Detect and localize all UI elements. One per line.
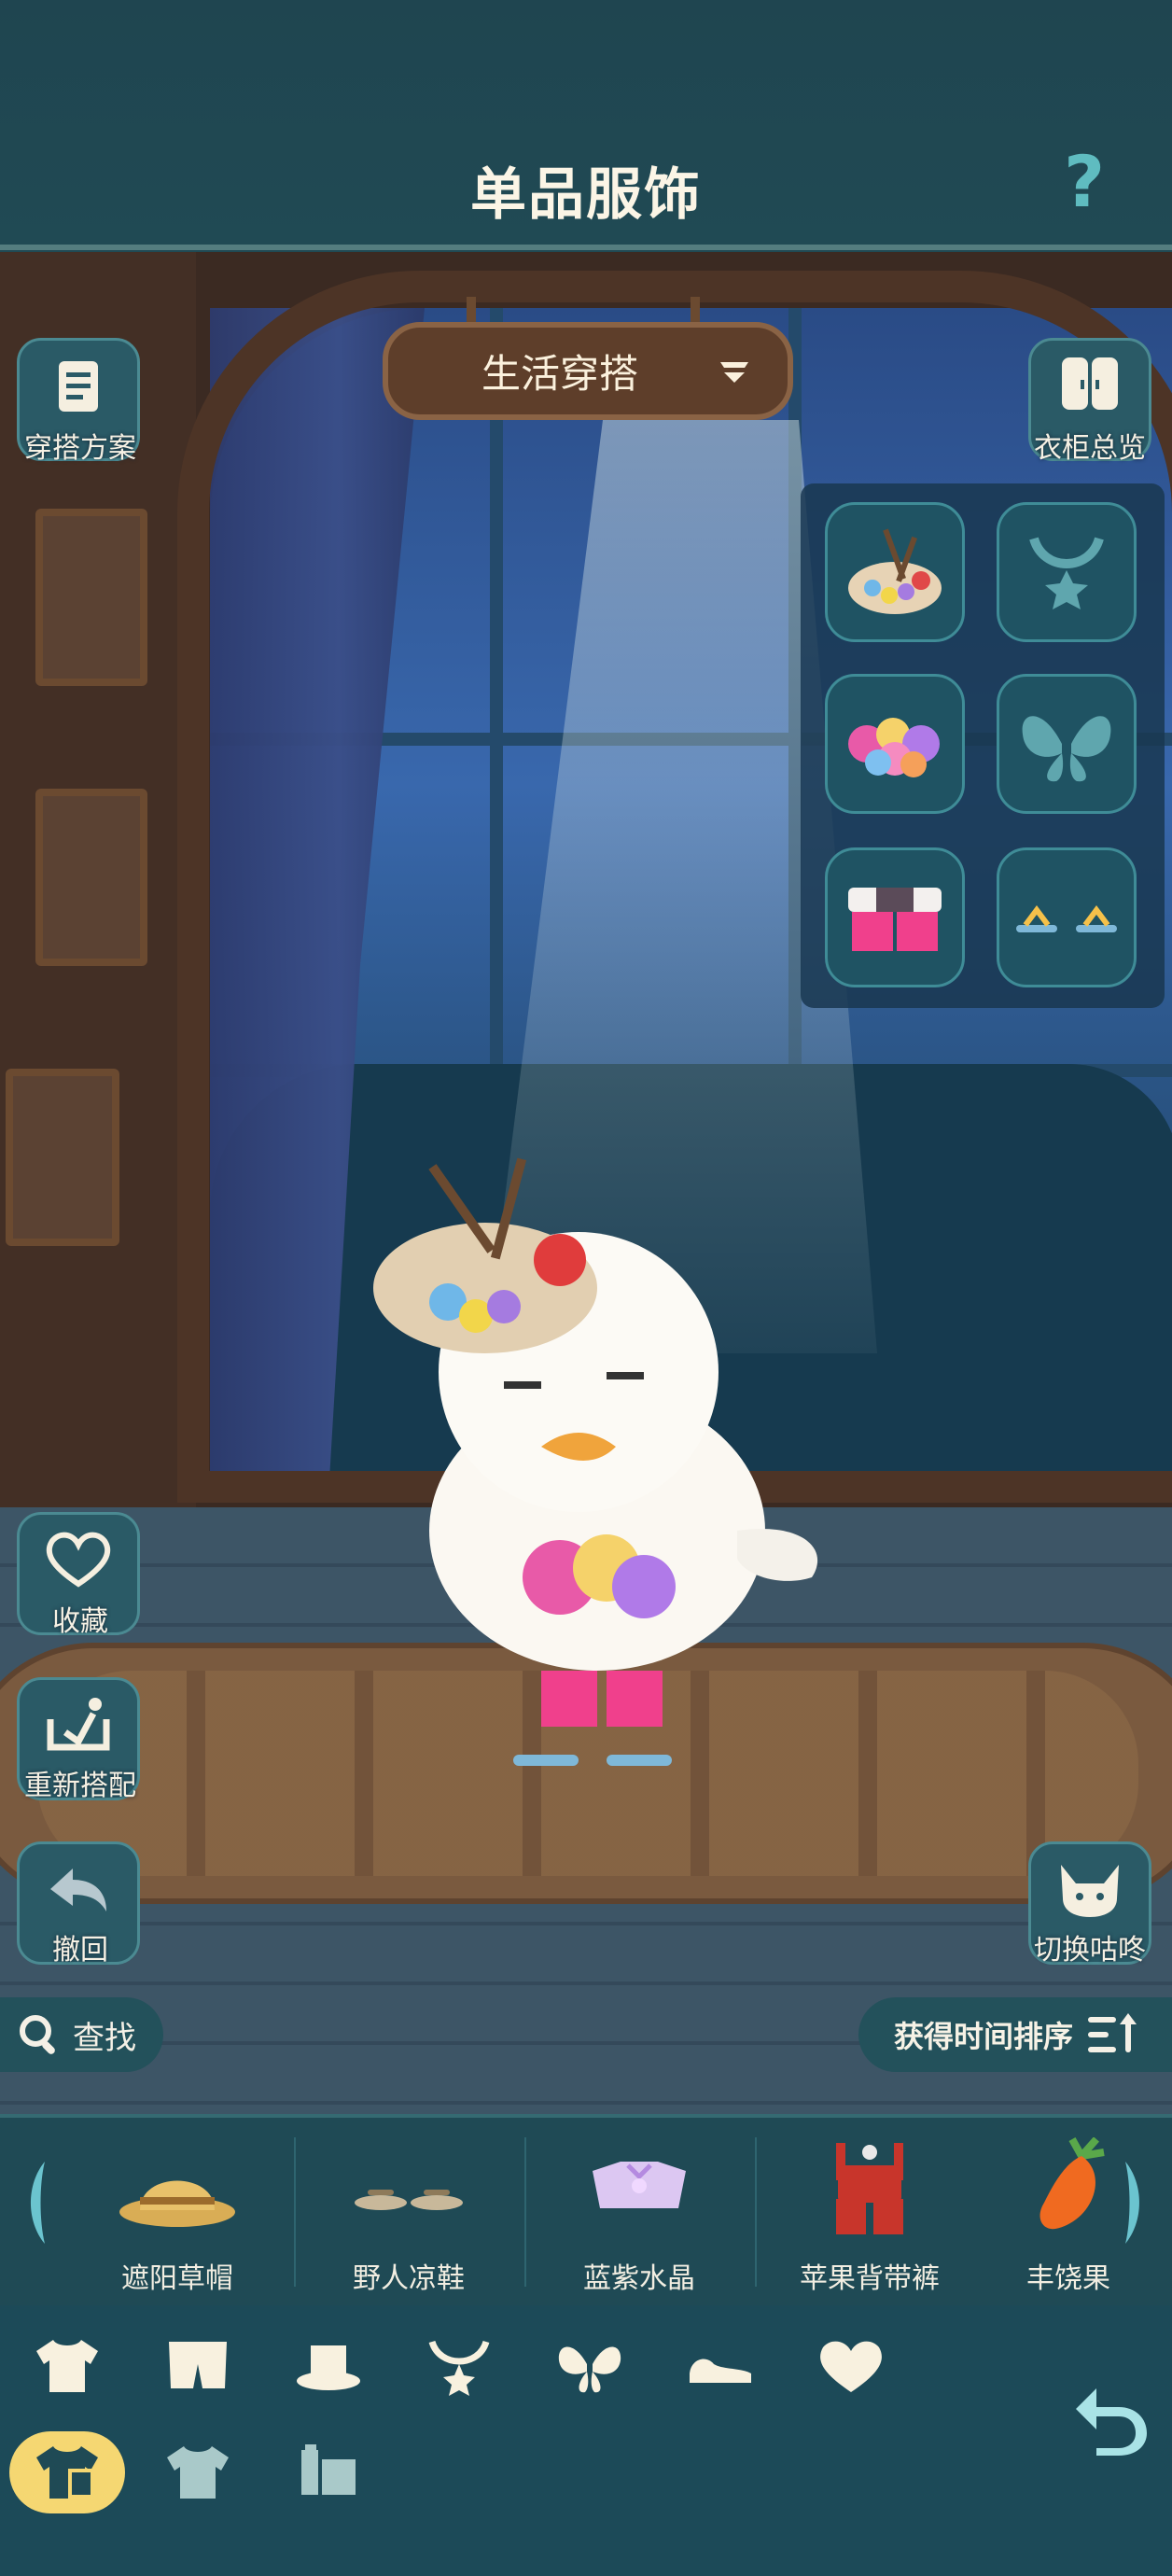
dropdown-icon[interactable]: [719, 357, 750, 385]
necklace-icon: [428, 2340, 490, 2396]
heart-icon: [46, 1532, 111, 1588]
duck-character: [373, 1157, 818, 1766]
category-pants[interactable]: [160, 2333, 235, 2399]
slot-wings[interactable]: [997, 674, 1137, 814]
item-label: 丰饶果: [1026, 2262, 1110, 2295]
heart-icon: [820, 2341, 882, 2392]
undo-label: 撤回: [52, 1934, 108, 1967]
redress-icon: [47, 1698, 110, 1751]
set-icon: [167, 2446, 229, 2499]
header-divider: [0, 245, 1172, 250]
sort-button[interactable]: 获得时间排序: [858, 1997, 1172, 2072]
overalls-icon: [836, 2143, 903, 2234]
wings-icon: [1022, 716, 1111, 782]
item-divider: [524, 2137, 526, 2287]
slot-bottom[interactable]: [825, 847, 965, 987]
wall-picture-frame: [35, 509, 147, 686]
item-card[interactable]: 遮阳草帽: [65, 2137, 289, 2296]
return-icon[interactable]: [1068, 2375, 1152, 2459]
item-card[interactable]: 苹果背带裤: [758, 2137, 982, 2296]
carrot-icon: [1039, 2136, 1105, 2230]
category-wings[interactable]: [552, 2333, 627, 2399]
page-title: 单品服饰: [470, 162, 702, 228]
category-shirt[interactable]: [30, 2333, 105, 2399]
item-label: 野人凉鞋: [353, 2262, 465, 2295]
sub-category-set[interactable]: [160, 2440, 235, 2505]
item-label: 遮阳草帽: [121, 2262, 233, 2295]
item-divider: [755, 2137, 757, 2287]
shirt-icon: [36, 2340, 98, 2392]
switch-character-label: 切换咕咚: [1034, 1934, 1146, 1967]
wings-icon: [558, 2346, 621, 2393]
category-necklace[interactable]: [422, 2333, 496, 2399]
item-card[interactable]: 蓝紫水晶: [527, 2137, 751, 2296]
chevron-left-icon[interactable]: [17, 2156, 54, 2249]
shoes-icon: [690, 2359, 751, 2383]
question-icon[interactable]: ?: [1064, 140, 1120, 223]
pants-icon: [169, 2342, 227, 2388]
item-label: 苹果背带裤: [800, 2262, 940, 2295]
hat-icon: [297, 2345, 360, 2390]
palette-hat-icon: [848, 528, 942, 614]
pink-shorts-icon: [848, 888, 942, 951]
outfit-plan-icon: [59, 361, 98, 412]
item-card[interactable]: 丰饶果: [970, 2136, 1166, 2296]
category-shoes[interactable]: [683, 2333, 758, 2399]
flower-top-icon: [848, 718, 940, 777]
sub-category-all[interactable]: [30, 2440, 105, 2505]
item-label: 蓝紫水晶: [583, 2262, 695, 2295]
switch-character-icon: [1061, 1865, 1119, 1917]
sub-category-accessory[interactable]: [291, 2440, 366, 2505]
search-icon: [20, 2015, 55, 2054]
item-divider: [294, 2137, 296, 2287]
category-favorites[interactable]: [814, 2333, 888, 2399]
crystal-top-icon: [593, 2162, 686, 2208]
accessory-icon: [301, 2444, 356, 2495]
sandals-icon: [355, 2190, 463, 2210]
slot-shoes[interactable]: [997, 847, 1137, 987]
straw-hat-icon: [119, 2180, 235, 2227]
redress-label: 重新搭配: [24, 1770, 136, 1802]
undo-icon: [50, 1869, 106, 1911]
wall-picture-frame: [6, 1069, 119, 1246]
all-clothes-icon: [36, 2446, 98, 2499]
sort-label: 获得时间排序: [894, 2019, 1074, 2054]
wall-picture-frame: [35, 789, 147, 966]
search-label: 查找: [73, 2019, 136, 2057]
outfit-plan-label: 穿搭方案: [24, 432, 136, 465]
category-hat[interactable]: [291, 2333, 366, 2399]
sandals-icon: [1016, 905, 1117, 932]
item-card[interactable]: 野人凉鞋: [297, 2137, 521, 2296]
slot-necklace[interactable]: [997, 502, 1137, 642]
slot-hat[interactable]: [825, 502, 965, 642]
sort-icon: [1088, 2013, 1137, 2052]
dropdown-label: 生活穿搭: [481, 351, 638, 397]
search-button[interactable]: 查找: [0, 1997, 163, 2072]
favorite-label: 收藏: [52, 1605, 108, 1638]
wardrobe-icon: [1062, 357, 1118, 410]
necklace-icon: [1029, 537, 1104, 609]
slot-top[interactable]: [825, 674, 965, 814]
wardrobe-overview-label: 衣柜总览: [1034, 432, 1146, 465]
